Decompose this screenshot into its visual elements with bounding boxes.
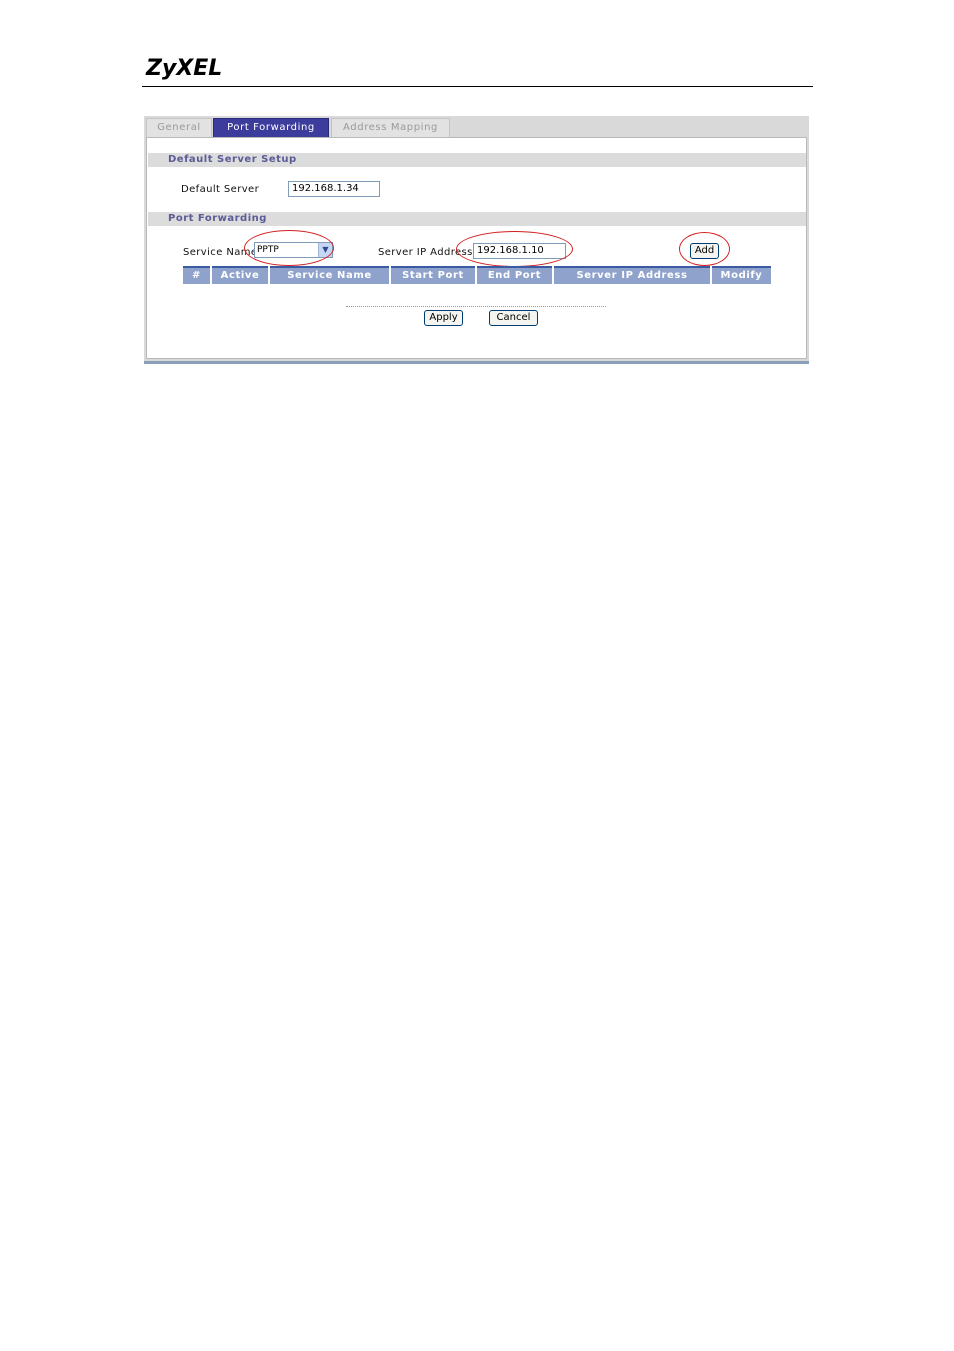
default-server-input[interactable]: 192.168.1.34 xyxy=(288,181,380,197)
column-header-end-port: End Port xyxy=(477,266,552,284)
header-divider xyxy=(142,86,813,87)
section-title-port-forwarding: Port Forwarding xyxy=(148,212,806,226)
cancel-button[interactable]: Cancel xyxy=(489,310,538,326)
default-server-label: Default Server xyxy=(181,184,260,195)
apply-button[interactable]: Apply xyxy=(424,310,463,326)
column-header-active: Active xyxy=(212,266,268,284)
highlight-ellipse-server-ip xyxy=(456,231,573,267)
zyxel-logo: ZyXEL xyxy=(146,56,223,81)
tab-port-forwarding[interactable]: Port Forwarding xyxy=(213,118,329,137)
tab-general[interactable]: General xyxy=(146,118,212,137)
action-divider xyxy=(346,306,606,307)
column-header-start-port: Start Port xyxy=(391,266,475,284)
column-header-server-ip: Server IP Address xyxy=(554,266,710,284)
highlight-ellipse-add xyxy=(679,232,730,266)
tab-address-mapping[interactable]: Address Mapping xyxy=(331,118,450,137)
highlight-ellipse-service xyxy=(244,230,334,266)
section-title-default-server: Default Server Setup xyxy=(148,153,806,167)
column-header-modify: Modify xyxy=(712,266,771,284)
column-header-service-name: Service Name xyxy=(270,266,389,284)
column-header-number: # xyxy=(183,266,210,284)
